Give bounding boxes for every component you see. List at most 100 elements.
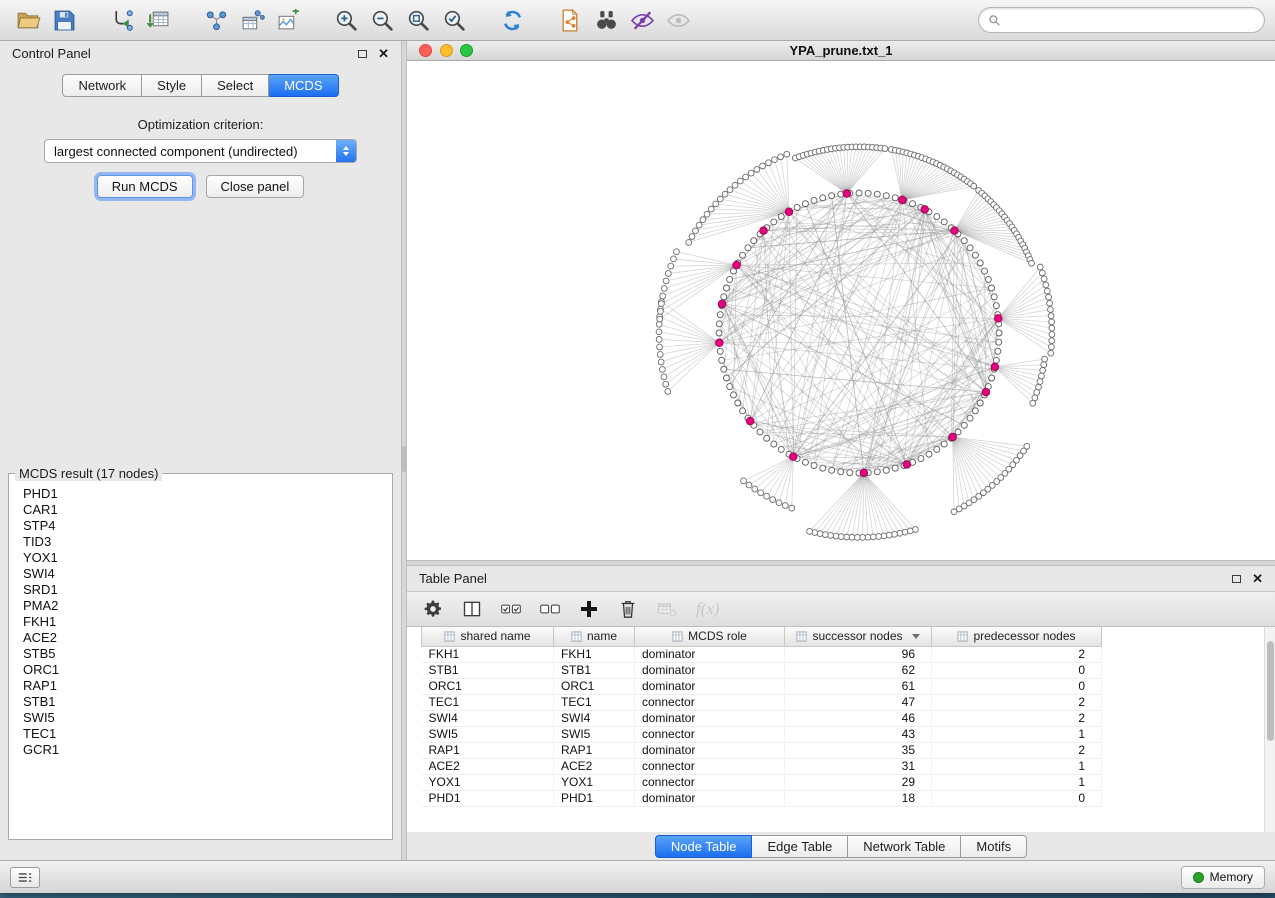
network-node[interactable] <box>892 195 898 201</box>
network-node[interactable] <box>671 256 677 262</box>
table-cell-mcds-role[interactable]: connector <box>635 726 785 742</box>
network-node[interactable] <box>708 206 714 212</box>
open-session-button[interactable] <box>10 4 46 36</box>
mcds-result-item[interactable]: YOX1 <box>23 550 392 566</box>
network-node[interactable] <box>961 422 967 428</box>
network-node[interactable] <box>892 531 898 537</box>
share-document-button[interactable] <box>552 4 588 36</box>
tab-motifs[interactable]: Motifs <box>961 835 1027 858</box>
table-cell-mcds-role[interactable]: dominator <box>635 646 785 662</box>
network-node[interactable] <box>874 191 880 197</box>
table-cell-shared-name[interactable]: SWI4 <box>422 710 554 726</box>
node-table[interactable]: shared name name MCDS role successor nod… <box>407 627 1275 832</box>
table-cell-name[interactable]: YOX1 <box>554 774 635 790</box>
network-node[interactable] <box>656 329 662 335</box>
export-table-button[interactable] <box>234 4 270 36</box>
network-node[interactable] <box>985 276 991 282</box>
network-node[interactable] <box>778 154 784 160</box>
network-canvas[interactable] <box>407 61 1275 560</box>
network-node[interactable] <box>883 467 889 473</box>
network-node[interactable] <box>918 456 924 462</box>
network-node[interactable] <box>967 245 973 251</box>
window-minimize-button[interactable] <box>440 44 453 57</box>
mcds-result-item[interactable]: TID3 <box>23 534 392 550</box>
network-node[interactable] <box>991 294 997 300</box>
mcds-result-item[interactable]: SRD1 <box>23 582 392 598</box>
network-node-dominator[interactable] <box>991 363 999 371</box>
network-node[interactable] <box>693 228 699 234</box>
network-node[interactable] <box>934 446 940 452</box>
table-cell-name[interactable]: ORC1 <box>554 678 635 694</box>
zoom-out-button[interactable] <box>364 4 400 36</box>
table-cell-successor-nodes[interactable]: 96 <box>785 646 932 662</box>
network-node[interactable] <box>807 528 813 534</box>
table-cell-mcds-role[interactable]: dominator <box>635 678 785 694</box>
table-cell-mcds-role[interactable]: connector <box>635 694 785 710</box>
network-node[interactable] <box>717 348 723 354</box>
network-node[interactable] <box>883 193 889 199</box>
table-cell-successor-nodes[interactable]: 61 <box>785 678 932 694</box>
table-cell-successor-nodes[interactable]: 43 <box>785 726 932 742</box>
network-node[interactable] <box>955 429 961 435</box>
mcds-result-item[interactable]: STP4 <box>23 518 392 534</box>
table-row[interactable]: ORC1ORC1dominator610 <box>422 678 1268 694</box>
network-node[interactable] <box>657 316 663 322</box>
network-node[interactable] <box>874 469 880 475</box>
network-node[interactable] <box>811 197 817 203</box>
network-node[interactable] <box>723 285 729 291</box>
table-row[interactable]: RAP1RAP1dominator352 <box>422 742 1268 758</box>
table-cell-shared-name[interactable]: ACE2 <box>422 758 554 774</box>
network-node[interactable] <box>1049 332 1055 338</box>
mcds-result-item[interactable]: GCR1 <box>23 742 392 758</box>
zoom-fit-button[interactable] <box>400 4 436 36</box>
network-node[interactable] <box>1036 384 1042 390</box>
network-node-dominator[interactable] <box>843 190 851 198</box>
mcds-result-item[interactable]: CAR1 <box>23 502 392 518</box>
save-session-button[interactable] <box>46 4 82 36</box>
column-header-predecessor-nodes[interactable]: predecessor nodes <box>932 627 1102 646</box>
table-cell-name[interactable]: SWI4 <box>554 710 635 726</box>
table-row[interactable]: PHD1PHD1dominator180 <box>422 790 1268 806</box>
table-cell-name[interactable]: ACE2 <box>554 758 635 774</box>
table-cell-shared-name[interactable]: SWI5 <box>422 726 554 742</box>
network-node[interactable] <box>989 375 995 381</box>
table-cell-shared-name[interactable]: FKH1 <box>422 646 554 662</box>
table-cell-name[interactable]: RAP1 <box>554 742 635 758</box>
table-cell-successor-nodes[interactable]: 35 <box>785 742 932 758</box>
network-node[interactable] <box>972 408 978 414</box>
network-titlebar[interactable]: YPA_prune.txt_1 <box>407 41 1275 61</box>
table-panel-close-button[interactable]: ✕ <box>1252 572 1263 585</box>
network-node[interactable] <box>764 435 770 441</box>
criterion-dropdown[interactable]: largest connected component (undirected) <box>44 139 357 163</box>
table-cell-name[interactable]: STB1 <box>554 662 635 678</box>
table-cell-predecessor-nodes[interactable]: 1 <box>932 726 1102 742</box>
mcds-result-item[interactable]: FKH1 <box>23 614 392 630</box>
network-node[interactable] <box>982 268 988 274</box>
network-node[interactable] <box>716 330 722 336</box>
network-node[interactable] <box>782 503 788 509</box>
network-node[interactable] <box>1046 294 1052 300</box>
table-cell-predecessor-nodes[interactable]: 2 <box>932 694 1102 710</box>
network-node[interactable] <box>771 441 777 447</box>
network-node[interactable] <box>1041 276 1047 282</box>
table-scrollbar[interactable] <box>1264 627 1275 832</box>
network-node[interactable] <box>1048 350 1054 356</box>
show-hidden-button[interactable] <box>660 4 696 36</box>
network-node-dominator[interactable] <box>921 206 929 214</box>
table-cell-mcds-role[interactable]: connector <box>635 758 785 774</box>
network-node[interactable] <box>828 533 834 539</box>
network-node[interactable] <box>971 183 977 189</box>
table-cell-successor-nodes[interactable]: 46 <box>785 710 932 726</box>
network-node[interactable] <box>1039 270 1045 276</box>
network-node[interactable] <box>977 400 983 406</box>
network-node[interactable] <box>717 312 723 318</box>
table-cell-shared-name[interactable]: PHD1 <box>422 790 554 806</box>
network-node[interactable] <box>1037 379 1043 385</box>
table-cell-successor-nodes[interactable]: 31 <box>785 758 932 774</box>
mcds-result-item[interactable]: STB1 <box>23 694 392 710</box>
network-node-dominator[interactable] <box>746 417 754 425</box>
network-node[interactable] <box>1049 325 1055 331</box>
network-node[interactable] <box>772 157 778 163</box>
network-node[interactable] <box>716 321 722 327</box>
network-node[interactable] <box>951 509 957 515</box>
